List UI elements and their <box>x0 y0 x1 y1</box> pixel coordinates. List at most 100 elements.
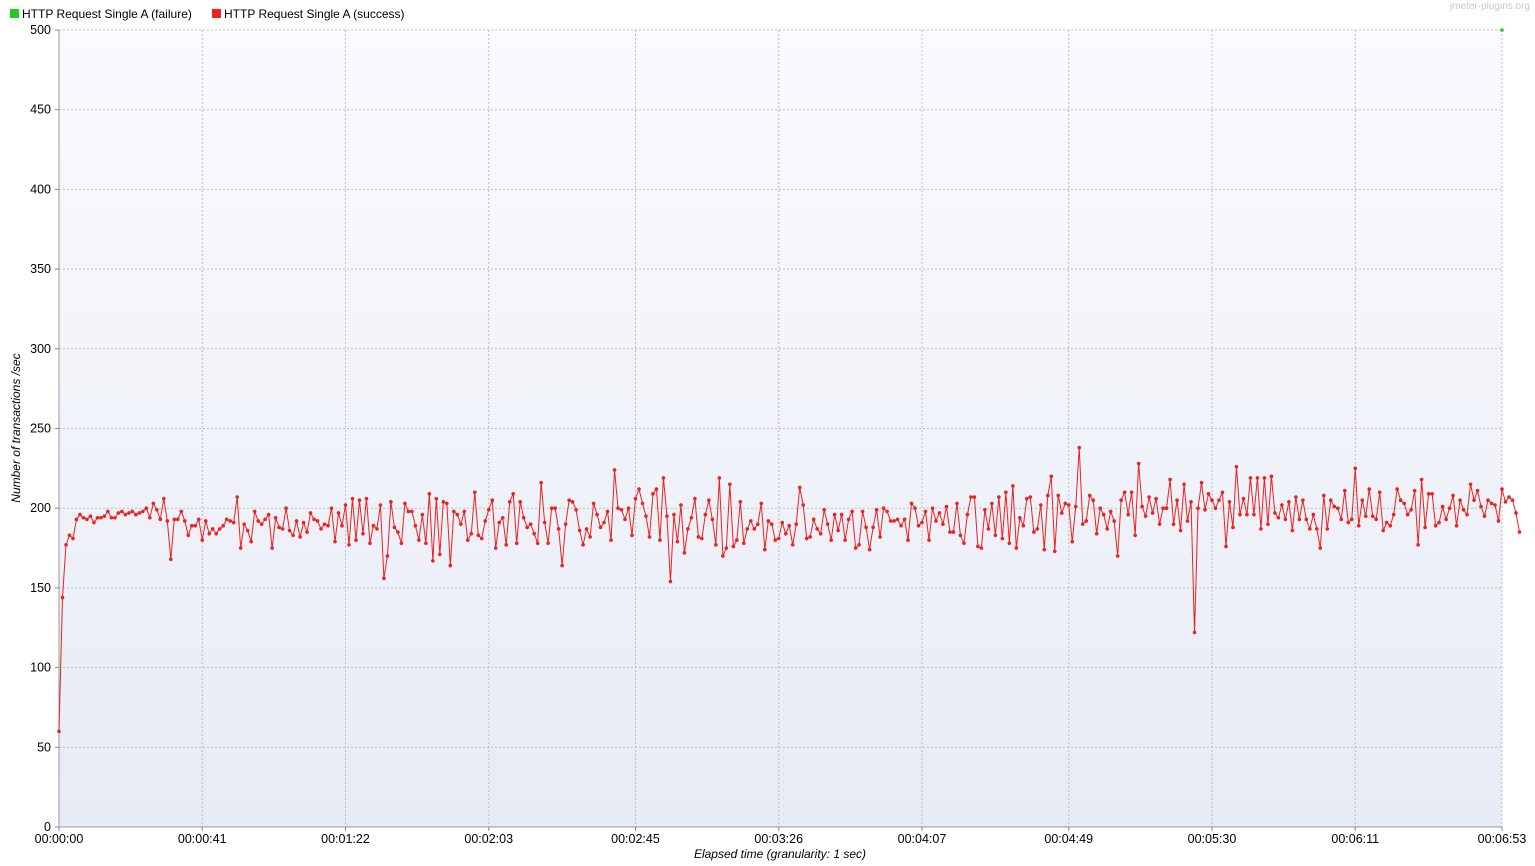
data-point <box>1304 517 1309 522</box>
data-point <box>1496 519 1501 523</box>
data-point <box>563 522 568 526</box>
data-point <box>1514 511 1518 515</box>
data-point <box>874 507 879 512</box>
data-point <box>651 492 655 496</box>
data-point <box>535 541 540 546</box>
data-point <box>899 523 903 528</box>
data-point <box>965 512 970 517</box>
data-point <box>525 525 529 530</box>
data-point <box>857 543 861 547</box>
data-point <box>406 509 411 514</box>
data-point <box>1018 515 1022 520</box>
data-point <box>1517 530 1522 534</box>
data-point <box>658 538 662 542</box>
data-point <box>312 517 316 522</box>
data-point <box>990 501 994 506</box>
data-point <box>605 509 610 514</box>
data-point <box>700 536 704 541</box>
data-point <box>1143 514 1148 518</box>
y-tick-label: 200 <box>30 501 51 515</box>
data-point <box>1011 484 1015 488</box>
data-point <box>472 490 477 495</box>
data-point <box>144 506 149 511</box>
data-point <box>165 519 170 523</box>
data-point <box>528 522 533 526</box>
data-point <box>378 503 383 507</box>
data-point <box>1192 630 1197 635</box>
x-tick-label: 00:06:53 <box>1478 832 1527 846</box>
data-point <box>682 551 687 555</box>
data-point <box>972 495 977 499</box>
data-point <box>1224 544 1228 549</box>
data-point <box>696 535 701 539</box>
data-point <box>532 531 536 536</box>
data-point <box>1356 523 1361 528</box>
data-point <box>577 528 582 533</box>
data-point <box>1290 528 1295 533</box>
data-point <box>906 538 910 542</box>
data-point <box>308 511 313 515</box>
data-point <box>364 496 369 501</box>
data-point <box>1164 506 1169 511</box>
data-point <box>581 543 585 547</box>
data-point <box>913 506 917 511</box>
data-point <box>710 517 715 522</box>
data-point <box>1472 498 1476 503</box>
data-point <box>1108 509 1113 514</box>
data-point <box>431 559 435 563</box>
data-point <box>179 509 184 514</box>
data-point <box>1182 482 1186 487</box>
data-point <box>1171 522 1176 526</box>
data-point <box>623 517 627 522</box>
data-point <box>465 538 470 542</box>
data-point <box>203 519 208 523</box>
data-point <box>1220 490 1225 495</box>
data-point <box>74 517 79 522</box>
data-point <box>1248 476 1253 480</box>
data-point <box>1468 482 1473 487</box>
data-point <box>452 509 456 514</box>
data-point <box>1266 522 1270 526</box>
data-point <box>350 496 355 501</box>
data-point <box>514 541 519 546</box>
data-point <box>1189 500 1193 504</box>
data-point <box>347 543 351 547</box>
x-tick-label: 00:01:22 <box>321 832 370 846</box>
data-point <box>1444 517 1448 522</box>
data-point <box>567 498 571 503</box>
y-tick-label: 150 <box>30 581 51 595</box>
legend-label-failure: HTTP Request Single A (failure) <box>22 7 192 21</box>
data-point <box>787 523 792 528</box>
data-point <box>1175 498 1179 503</box>
data-point <box>263 517 267 522</box>
data-point <box>644 514 648 518</box>
data-point <box>724 546 729 550</box>
data-point <box>298 535 302 539</box>
x-tick-label: 00:05:30 <box>1188 832 1237 846</box>
data-point <box>1395 487 1399 491</box>
data-point <box>1363 514 1368 518</box>
data-point <box>745 527 750 531</box>
data-point <box>1122 490 1127 495</box>
data-point <box>441 500 446 504</box>
data-point <box>976 544 980 549</box>
data-point <box>333 539 337 544</box>
data-point <box>892 519 896 523</box>
data-point <box>1297 517 1302 522</box>
data-point <box>1157 522 1162 526</box>
data-point <box>811 517 816 522</box>
data-point <box>969 495 973 499</box>
data-point <box>1262 476 1267 480</box>
data-point <box>1398 498 1403 503</box>
data-point <box>997 495 1001 499</box>
data-point <box>305 530 309 534</box>
data-point <box>1370 514 1375 518</box>
data-point <box>1416 543 1420 547</box>
data-point <box>1004 490 1008 495</box>
data-point <box>158 517 163 522</box>
y-axis-title: Number of transactions /sec <box>9 353 23 502</box>
data-point <box>403 501 407 506</box>
data-point <box>200 538 205 542</box>
data-point <box>738 500 743 504</box>
chart-svg: 05010015020025030035040045050000:00:00 00… <box>0 0 1535 866</box>
